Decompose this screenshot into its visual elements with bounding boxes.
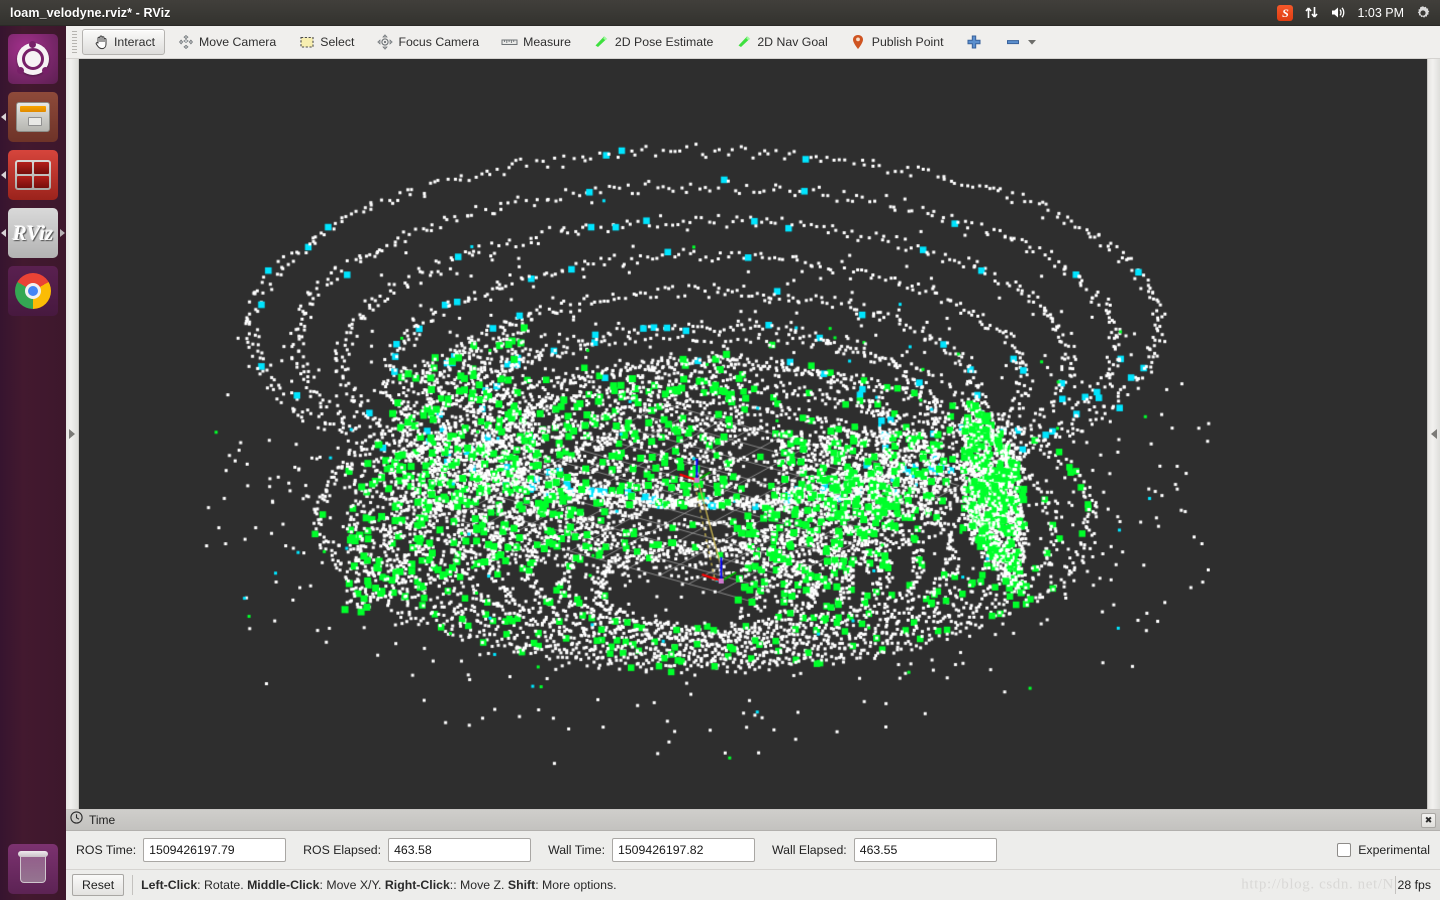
minus-icon	[1005, 34, 1022, 51]
tool-measure-label: Measure	[523, 35, 571, 49]
ros-time-label: ROS Time:	[76, 843, 137, 857]
help-text-3: :: Move Z.	[449, 878, 508, 892]
tool-measure-button[interactable]: Measure	[491, 29, 581, 55]
help-key-left-click: Left-Click	[141, 878, 198, 892]
experimental-label: Experimental	[1358, 843, 1430, 857]
chrome-icon	[8, 266, 58, 316]
ros-time-input[interactable]	[143, 838, 287, 862]
green-arrow-icon	[735, 34, 752, 51]
system-tray: S 1:03 PM	[1277, 2, 1440, 24]
tool-move-camera-label: Move Camera	[199, 35, 277, 49]
help-key-shift: Shift	[507, 878, 536, 892]
help-text-1: : Rotate.	[197, 878, 248, 892]
unity-launcher: RViz	[0, 26, 66, 900]
chevron-down-icon[interactable]	[1027, 34, 1038, 51]
toolbar-grip[interactable]	[70, 31, 78, 53]
red-app-icon	[8, 150, 58, 200]
watermark: http://blog. csdn. net/N	[1241, 876, 1394, 893]
gear-icon[interactable]	[1415, 2, 1431, 24]
tool-select-label: Select	[320, 35, 355, 49]
wall-time-input[interactable]	[612, 838, 755, 862]
status-bar: Reset Left-Click: Rotate. Middle-Click: …	[66, 869, 1440, 900]
running-indicator-icon	[1, 229, 6, 237]
launcher-item-trash[interactable]	[8, 844, 58, 894]
point-cloud-canvas[interactable]	[79, 59, 1427, 809]
tool-select-button[interactable]: Select	[288, 29, 364, 55]
launcher-item-chrome[interactable]	[0, 266, 66, 316]
right-panel-expand-handle[interactable]	[1427, 59, 1440, 809]
tool-focus-camera-label: Focus Camera	[398, 35, 480, 49]
move-camera-icon	[177, 34, 194, 51]
wall-elapsed-input[interactable]	[853, 838, 997, 862]
tool-interact-button[interactable]: Interact	[82, 29, 166, 55]
tool-focus-camera-button[interactable]: Focus Camera	[366, 29, 489, 55]
clock-icon	[70, 811, 83, 829]
tool-2d-nav-goal-label: 2D Nav Goal	[757, 35, 828, 49]
3d-viewport[interactable]	[79, 59, 1427, 809]
wall-elapsed-label: Wall Elapsed:	[772, 843, 847, 857]
fps-indicator: 28 fps	[1394, 876, 1434, 894]
sogou-input-glyph: S	[1277, 4, 1294, 21]
experimental-checkbox-wrap[interactable]: Experimental	[1337, 843, 1430, 857]
expand-right-triangle-icon	[69, 429, 75, 439]
expand-left-triangle-icon	[1431, 429, 1437, 439]
unity-top-panel: loam_velodyne.rviz* - RViz S 1:03 PM	[0, 0, 1440, 26]
volume-icon[interactable]	[1330, 2, 1346, 24]
trash-icon	[8, 844, 58, 894]
green-arrow-icon	[593, 34, 610, 51]
sogou-input-icon[interactable]: S	[1277, 2, 1294, 24]
rviz-window: Interact Move Camera Select Focus Camera…	[66, 26, 1440, 900]
network-updown-icon[interactable]	[1304, 2, 1319, 24]
help-key-middle-click: Middle-Click	[247, 878, 320, 892]
rviz-toolbar: Interact Move Camera Select Focus Camera…	[66, 26, 1440, 59]
focus-camera-icon	[376, 34, 393, 51]
launcher-item-files[interactable]	[0, 92, 66, 142]
tool-2d-pose-estimate-button[interactable]: 2D Pose Estimate	[583, 29, 723, 55]
tool-move-camera-button[interactable]: Move Camera	[167, 29, 286, 55]
desktop-root: loam_velodyne.rviz* - RViz S 1:03 PM RVi…	[0, 0, 1440, 900]
reset-button[interactable]: Reset	[72, 874, 125, 896]
rviz-icon: RViz	[8, 208, 58, 258]
tool-interact-label: Interact	[114, 35, 156, 49]
launcher-item-dash[interactable]	[0, 34, 66, 84]
files-icon	[8, 92, 58, 142]
focused-indicator-icon	[60, 229, 65, 237]
help-text-2: : Move X/Y.	[319, 878, 385, 892]
time-dock-title: Time	[89, 813, 116, 827]
time-dock-panel: Time ✖ ROS Time: ROS Elapsed: Wall Time:…	[66, 809, 1440, 869]
selection-box-icon	[298, 34, 315, 51]
help-key-right-click: Right-Click	[384, 878, 450, 892]
hand-cursor-icon	[92, 34, 109, 51]
ubuntu-dash-icon	[8, 34, 58, 84]
tool-2d-pose-estimate-label: 2D Pose Estimate	[614, 35, 714, 49]
status-separator	[132, 875, 134, 895]
launcher-item-red-app[interactable]	[0, 150, 66, 200]
tool-2d-nav-goal-button[interactable]: 2D Nav Goal	[725, 29, 837, 55]
tool-publish-point-button[interactable]: Publish Point	[840, 29, 954, 55]
add-tool-button[interactable]	[956, 29, 993, 55]
map-marker-icon	[850, 34, 867, 51]
mouse-help-text: Left-Click: Rotate. Middle-Click: Move X…	[141, 878, 616, 892]
wall-time-label: Wall Time:	[548, 843, 605, 857]
viewport-row	[66, 59, 1440, 809]
launcher-item-rviz[interactable]: RViz	[0, 208, 66, 258]
tool-publish-point-label: Publish Point	[871, 35, 944, 49]
ruler-icon	[501, 34, 518, 51]
time-dock-titlebar: Time ✖	[66, 810, 1440, 831]
help-text-4: : More options.	[535, 878, 617, 892]
running-indicator-icon	[1, 113, 6, 121]
experimental-checkbox[interactable]	[1337, 843, 1352, 857]
ros-elapsed-input[interactable]	[388, 838, 532, 862]
close-icon[interactable]: ✖	[1421, 812, 1436, 828]
running-indicator-icon	[1, 171, 6, 179]
clock[interactable]: 1:03 PM	[1357, 2, 1404, 24]
window-title: loam_velodyne.rviz* - RViz	[10, 5, 171, 20]
time-fields-row: ROS Time: ROS Elapsed: Wall Time: Wall E…	[66, 831, 1440, 869]
left-panel-expand-handle[interactable]	[66, 59, 79, 809]
plus-icon	[966, 34, 983, 51]
ros-elapsed-label: ROS Elapsed:	[303, 843, 382, 857]
remove-tool-button[interactable]	[995, 29, 1048, 55]
